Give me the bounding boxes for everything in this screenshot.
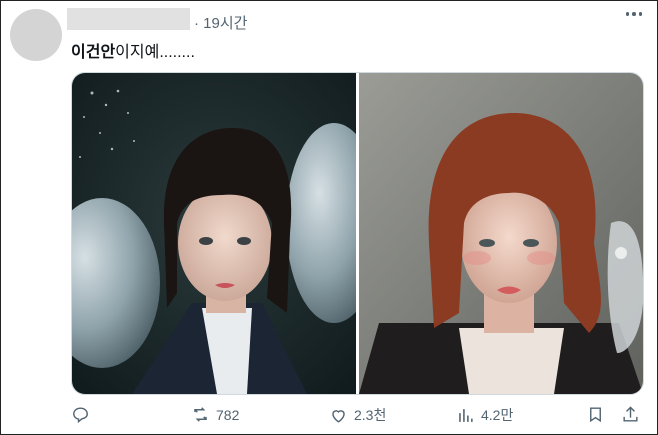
- media-grid: [71, 72, 644, 395]
- bookmark-button[interactable]: [586, 405, 605, 424]
- share-button[interactable]: [621, 405, 640, 424]
- retweet-count: 782: [216, 406, 240, 423]
- tweet-text-rest: 이지예........: [115, 44, 195, 61]
- views-icon: [459, 408, 473, 422]
- reply-icon: [73, 407, 88, 424]
- heart-icon: [332, 409, 345, 423]
- like-button[interactable]: 2.3천: [329, 405, 386, 425]
- share-icon: [623, 406, 638, 422]
- tweet-text-bold: 이건안: [71, 44, 116, 61]
- tweet-text: 이건안이지예........: [71, 38, 195, 62]
- like-count: 2.3천: [354, 407, 387, 423]
- redacted-username[interactable]: [67, 8, 190, 30]
- retweet-icon: [194, 407, 207, 422]
- views-button[interactable]: 4.2만: [456, 405, 513, 425]
- more-options-icon[interactable]: [625, 12, 642, 16]
- photo-left[interactable]: [72, 73, 356, 394]
- action-bar: 782 2.3천 4.2만: [71, 405, 646, 429]
- reply-button[interactable]: [71, 405, 90, 424]
- bookmark-icon: [590, 407, 601, 423]
- retweet-button[interactable]: 782: [191, 405, 239, 424]
- views-count: 4.2만: [481, 407, 514, 423]
- avatar[interactable]: [10, 9, 62, 61]
- post-timestamp[interactable]: · 19시간: [194, 12, 247, 33]
- photo-right[interactable]: [359, 73, 643, 394]
